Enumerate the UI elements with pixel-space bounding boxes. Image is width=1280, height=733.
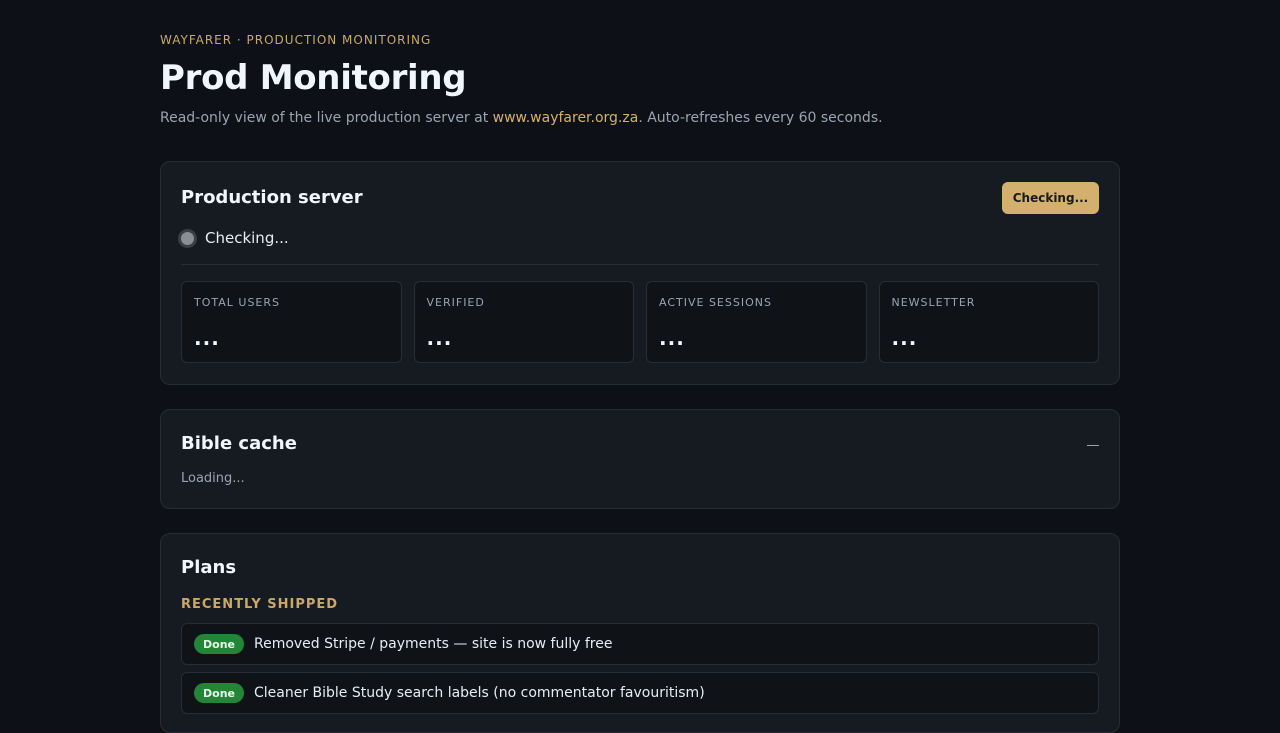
plan-item-text: Removed Stripe / payments — site is now …	[253, 636, 613, 652]
status-dot-icon	[181, 231, 194, 245]
page-title: Prod Monitoring	[160, 58, 467, 98]
stat-label: VERIFIED	[426, 296, 485, 309]
stat-value: ...	[426, 326, 453, 350]
subtitle-text-post: . Auto-refreshes every 60 seconds.	[638, 110, 883, 126]
eyebrow: WAYFARER · PRODUCTION MONITORING	[160, 33, 432, 47]
minus-icon[interactable]	[1087, 445, 1099, 446]
status-row: Checking...	[181, 229, 289, 247]
stat-verified: VERIFIED ...	[413, 281, 634, 363]
done-badge: Done	[194, 634, 244, 654]
stat-value: ...	[659, 326, 685, 350]
plan-item: Done Removed Stripe / payments — site is…	[181, 623, 1099, 665]
bible-cache-title: Bible cache	[181, 433, 297, 454]
loading-text: Loading...	[181, 471, 245, 486]
production-server-card: Production server Checking... Checking..…	[160, 161, 1120, 385]
check-status-button[interactable]: Checking...	[1002, 182, 1099, 214]
subtitle-text-pre: Read-only view of the live production se…	[160, 110, 493, 126]
stat-value: ...	[194, 326, 220, 350]
stat-active-sessions: ACTIVE SESSIONS ...	[646, 281, 867, 363]
stats-grid: TOTAL USERS ... VERIFIED ... ACTIVE SESS…	[181, 281, 1099, 363]
page-subtitle: Read-only view of the live production se…	[160, 110, 883, 126]
stat-value: ...	[891, 326, 918, 350]
divider	[181, 264, 1099, 265]
stat-label: TOTAL USERS	[194, 296, 281, 309]
stat-total-users: TOTAL USERS ...	[181, 281, 402, 363]
status-text: Checking...	[205, 229, 289, 247]
stat-label: NEWSLETTER	[891, 296, 976, 309]
server-link[interactable]: www.wayfarer.org.za	[493, 110, 639, 126]
stat-newsletter: NEWSLETTER ...	[878, 281, 1099, 363]
bible-cache-card: Bible cache Loading...	[160, 409, 1120, 509]
stat-label: ACTIVE SESSIONS	[659, 296, 772, 309]
plans-title: Plans	[181, 557, 237, 578]
done-badge: Done	[194, 683, 244, 703]
recently-shipped-label: RECENTLY SHIPPED	[181, 597, 339, 612]
plans-card: Plans RECENTLY SHIPPED Done Removed Stri…	[160, 533, 1120, 733]
plan-item: Done Cleaner Bible Study search labels (…	[181, 672, 1099, 714]
plan-item-text: Cleaner Bible Study search labels (no co…	[253, 685, 705, 701]
production-server-title: Production server	[181, 187, 363, 208]
